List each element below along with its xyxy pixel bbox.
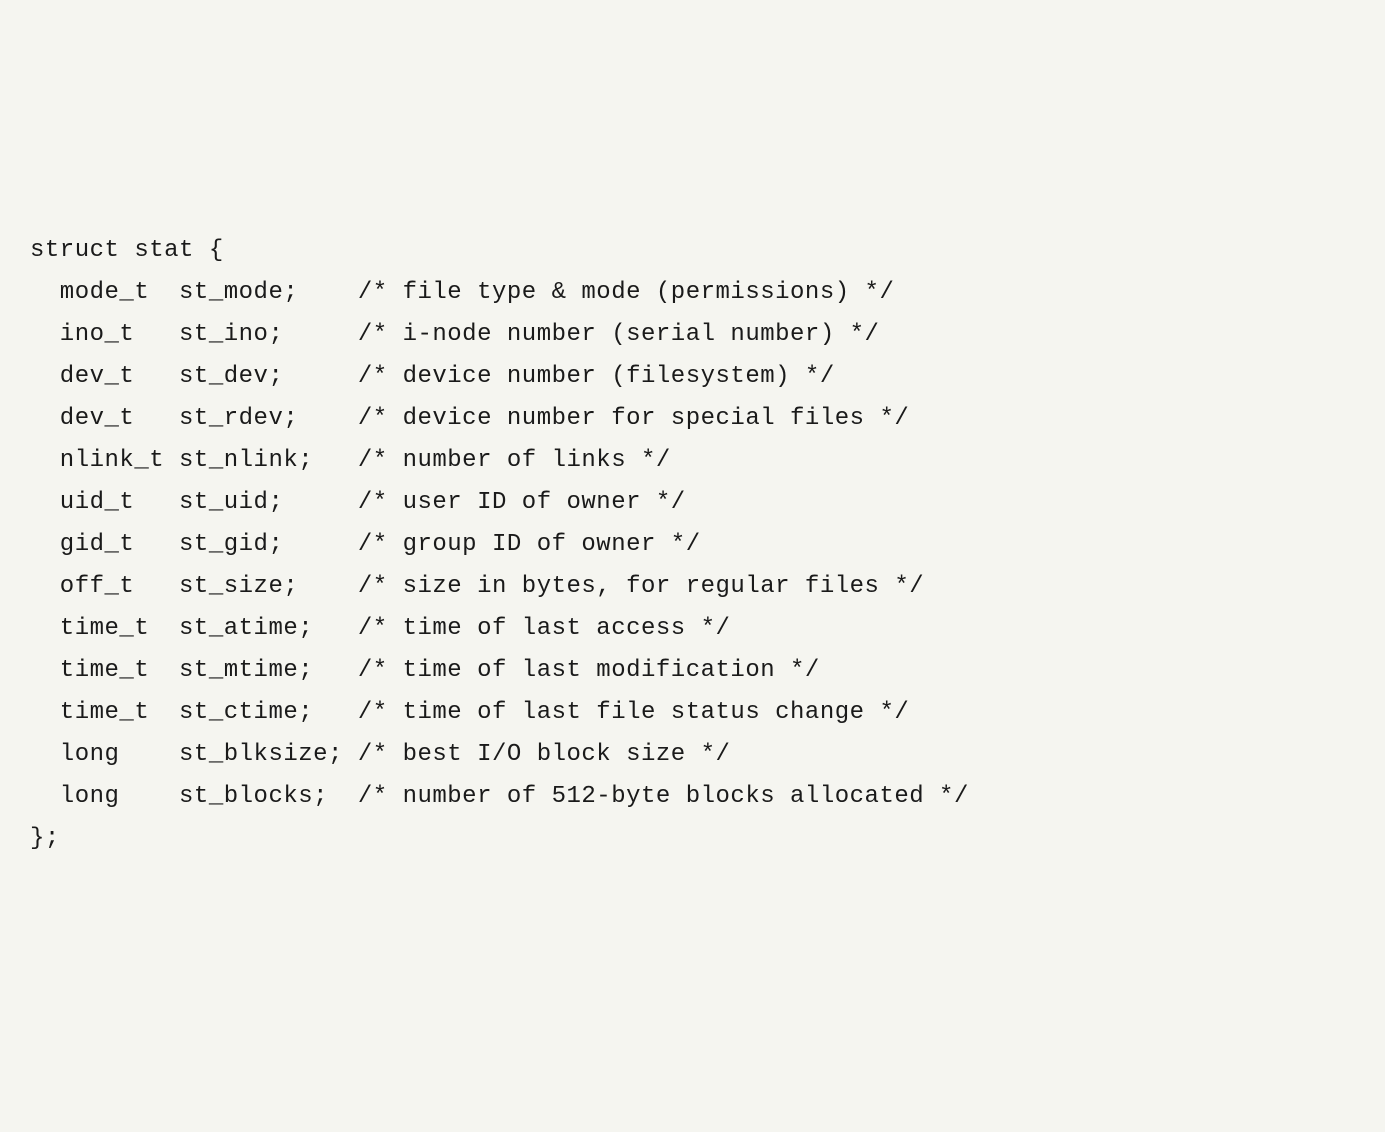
member-type: gid_t (30, 531, 179, 558)
member-type: time_t (30, 615, 179, 642)
member-name: st_atime; (179, 615, 358, 642)
member-type: off_t (30, 573, 179, 600)
member-name: st_blksize; (179, 741, 358, 768)
struct-member-line: long st_blksize; /* best I/O block size … (30, 734, 1355, 776)
struct-member-line: long st_blocks; /* number of 512-byte bl… (30, 776, 1355, 818)
member-comment: /* best I/O block size */ (358, 741, 731, 768)
member-type: dev_t (30, 405, 179, 432)
member-comment: /* time of last file status change */ (358, 699, 909, 726)
member-type: mode_t (30, 279, 179, 306)
struct-member-line: time_t st_ctime; /* time of last file st… (30, 692, 1355, 734)
member-type: nlink_t (30, 447, 179, 474)
member-comment: /* number of 512-byte blocks allocated *… (358, 783, 969, 810)
member-comment: /* device number for special files */ (358, 405, 909, 432)
struct-close-line: }; (30, 818, 1355, 860)
struct-member-line: time_t st_mtime; /* time of last modific… (30, 650, 1355, 692)
code-block: struct stat { mode_t st_mode; /* file ty… (30, 188, 1355, 902)
member-name: st_size; (179, 573, 358, 600)
member-comment: /* file type & mode (permissions) */ (358, 279, 894, 306)
struct-member-line: gid_t st_gid; /* group ID of owner */ (30, 524, 1355, 566)
member-name: st_ino; (179, 321, 358, 348)
member-type: time_t (30, 699, 179, 726)
struct-member-line: mode_t st_mode; /* file type & mode (per… (30, 272, 1355, 314)
member-comment: /* size in bytes, for regular files */ (358, 573, 924, 600)
member-comment: /* i-node number (serial number) */ (358, 321, 880, 348)
member-name: st_gid; (179, 531, 358, 558)
struct-member-line: off_t st_size; /* size in bytes, for reg… (30, 566, 1355, 608)
member-type: ino_t (30, 321, 179, 348)
struct-member-line: ino_t st_ino; /* i-node number (serial n… (30, 314, 1355, 356)
member-comment: /* user ID of owner */ (358, 489, 686, 516)
member-name: st_mtime; (179, 657, 358, 684)
member-comment: /* time of last modification */ (358, 657, 820, 684)
member-type: long (30, 783, 179, 810)
member-name: st_dev; (179, 363, 358, 390)
member-name: st_ctime; (179, 699, 358, 726)
member-name: st_blocks; (179, 783, 358, 810)
member-comment: /* time of last access */ (358, 615, 731, 642)
member-type: time_t (30, 657, 179, 684)
struct-member-line: nlink_t st_nlink; /* number of links */ (30, 440, 1355, 482)
member-type: long (30, 741, 179, 768)
member-comment: /* device number (filesystem) */ (358, 363, 835, 390)
member-name: st_mode; (179, 279, 358, 306)
member-comment: /* group ID of owner */ (358, 531, 701, 558)
member-name: st_nlink; (179, 447, 358, 474)
member-comment: /* number of links */ (358, 447, 671, 474)
member-type: uid_t (30, 489, 179, 516)
struct-open-line: struct stat { (30, 230, 1355, 272)
member-name: st_uid; (179, 489, 358, 516)
member-name: st_rdev; (179, 405, 358, 432)
struct-member-line: dev_t st_dev; /* device number (filesyst… (30, 356, 1355, 398)
struct-member-line: time_t st_atime; /* time of last access … (30, 608, 1355, 650)
struct-member-line: dev_t st_rdev; /* device number for spec… (30, 398, 1355, 440)
struct-member-line: uid_t st_uid; /* user ID of owner */ (30, 482, 1355, 524)
member-type: dev_t (30, 363, 179, 390)
